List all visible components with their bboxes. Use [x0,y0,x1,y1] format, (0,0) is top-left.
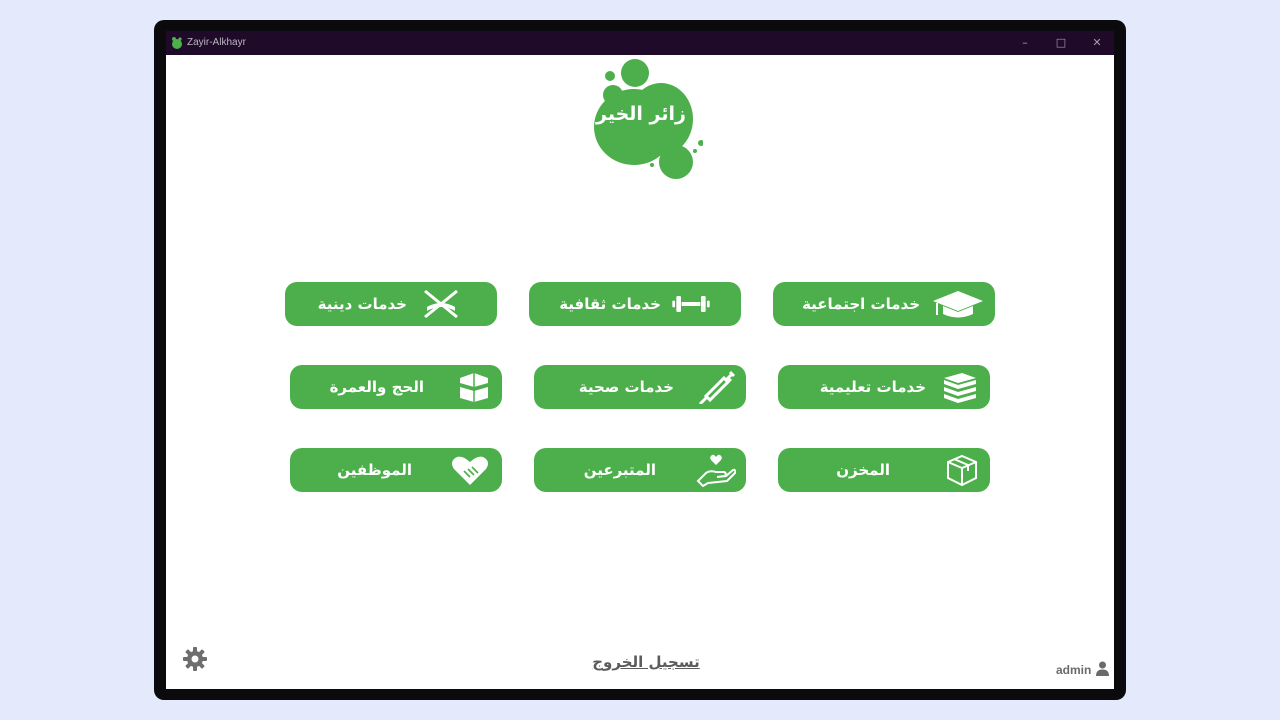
graduation-cap-icon [933,291,983,318]
button-label: خدمات تعليمية [819,378,926,396]
maximize-button[interactable]: □ [1044,31,1078,55]
settings-gear-icon[interactable] [182,646,208,672]
educational-services-button[interactable]: خدمات تعليمية [778,365,990,409]
logout-link[interactable]: تسجيل الخروج [546,653,746,671]
box-icon [947,454,977,487]
logo-text: زائر الخير [596,103,686,125]
hajj-umrah-button[interactable]: الحج والعمرة [290,365,502,409]
button-label: خدمات صحية [578,378,674,396]
button-label: المخزن [836,461,890,479]
device-frame: Zayir-Alkhayr – □ ✕ زائر الخير خدمات دين… [154,20,1126,700]
title-bar: Zayir-Alkhayr – □ ✕ [166,31,1114,55]
quran-icon [424,289,458,319]
donors-button[interactable]: المتبرعين [534,448,746,492]
minimize-button[interactable]: – [1008,31,1042,55]
employees-button[interactable]: الموظفين [290,448,502,492]
button-label: خدمات اجتماعية [802,295,920,313]
religious-services-button[interactable]: خدمات دينية [285,282,497,326]
handshake-heart-icon [452,456,488,485]
user-icon [1096,661,1109,676]
cultural-services-button[interactable]: خدمات ثقافية [529,282,741,326]
app-logo: زائر الخير [579,59,704,183]
button-label: خدمات ثقافية [559,295,661,313]
social-services-button[interactable]: خدمات اجتماعية [773,282,995,326]
books-icon [944,373,976,403]
button-label: الحج والعمرة [329,378,424,396]
app-logo-icon [172,37,182,49]
app-window: Zayir-Alkhayr – □ ✕ زائر الخير خدمات دين… [166,31,1114,689]
syringe-icon [698,370,736,404]
button-label: الموظفين [337,461,412,479]
close-button[interactable]: ✕ [1080,31,1114,55]
warehouse-button[interactable]: المخزن [778,448,990,492]
hand-heart-icon [696,454,736,487]
current-user-name: admin [1056,663,1092,677]
dumbbell-icon [672,296,710,312]
kaaba-icon [460,373,488,402]
window-title: Zayir-Alkhayr [187,37,246,48]
button-label: المتبرعين [583,461,656,479]
button-label: خدمات دينية [317,295,407,313]
health-services-button[interactable]: خدمات صحية [534,365,746,409]
